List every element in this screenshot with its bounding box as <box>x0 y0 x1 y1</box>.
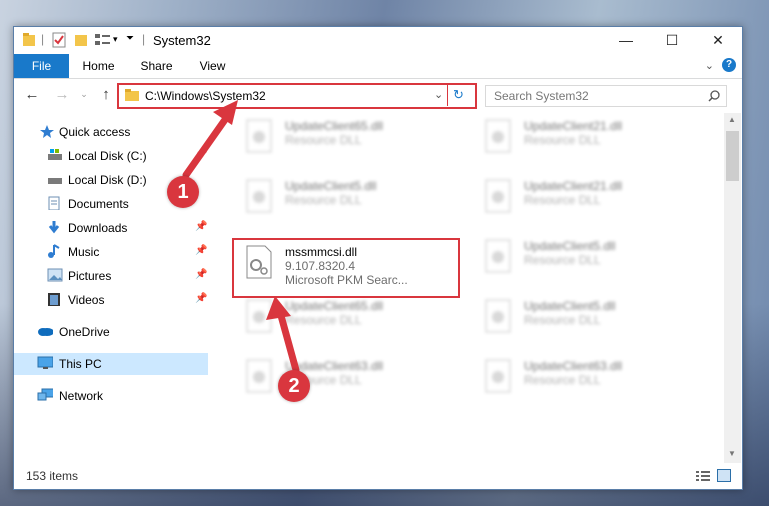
annotation-arrows <box>182 100 300 374</box>
arrow-1-line <box>182 110 233 179</box>
annotation-marker-1: 1 <box>167 176 199 208</box>
arrow-2-head <box>266 296 291 320</box>
arrow-2-line <box>276 308 300 374</box>
annotation-marker-2: 2 <box>278 370 310 402</box>
